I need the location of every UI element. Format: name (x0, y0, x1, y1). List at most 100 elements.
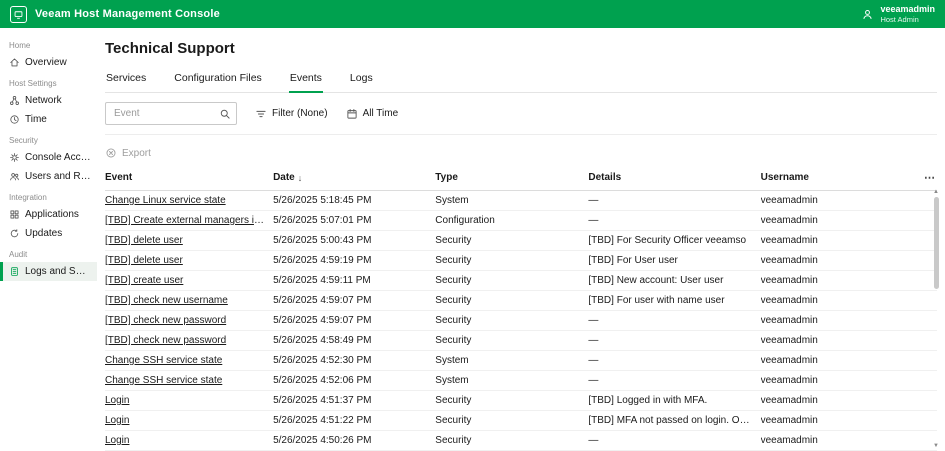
table-row[interactable]: Change SSH service state 5/26/2025 4:52:0… (105, 371, 937, 391)
column-header-date[interactable]: Date ↓ (273, 165, 435, 190)
sidebar-item-updates[interactable]: Updates (0, 224, 97, 243)
filter-icon (256, 110, 266, 117)
date-cell: 5/26/2025 5:07:01 PM (273, 215, 372, 226)
event-link[interactable]: Login (105, 435, 129, 446)
sidebar-item-network[interactable]: Network (0, 91, 97, 110)
event-link[interactable]: Login (105, 395, 129, 406)
table-body: Change Linux service state 5/26/2025 5:18… (105, 191, 937, 451)
details-cell: [TBD] For user with name user (588, 295, 725, 306)
event-cell: [TBD] Create external managers installat… (105, 215, 273, 226)
type-cell: Security (435, 335, 472, 346)
event-link[interactable]: [TBD] check new password (105, 315, 226, 326)
event-link[interactable]: [TBD] check new password (105, 335, 226, 346)
event-link[interactable]: Change Linux service state (105, 195, 226, 206)
type-cell: Security (435, 235, 472, 246)
tab-bar: Services Configuration Files Events Logs (105, 66, 937, 93)
column-header-details[interactable]: Details (588, 165, 760, 190)
updates-icon (10, 229, 19, 238)
table-row[interactable]: Login 5/26/2025 4:51:37 PM Security [TBD] L… (105, 391, 937, 411)
event-link[interactable]: [TBD] delete user (105, 255, 183, 266)
events-table: Event Date ↓ Type Details Username ⋯ Cha… (105, 165, 939, 451)
event-link[interactable]: Change SSH service state (105, 355, 222, 366)
scroll-up-icon[interactable]: ▲ (933, 188, 939, 196)
username-cell: veeamadmin (760, 355, 818, 366)
details-cell: — (588, 195, 599, 206)
type-cell: Configuration (435, 215, 495, 226)
sidebar-item-logs-and-services[interactable]: Logs and Services (0, 262, 97, 281)
type-cell: System (435, 355, 469, 366)
sidebar-section-home: Home (9, 41, 31, 50)
export-button[interactable]: Export (105, 147, 937, 159)
table-row[interactable]: [TBD] create user 5/26/2025 4:59:11 PM Sec… (105, 271, 937, 291)
date-cell: 5/26/2025 4:59:07 PM (273, 315, 372, 326)
users-icon (10, 173, 19, 181)
top-bar: Veeam Host Management Console veeamadmin… (0, 0, 945, 28)
column-header-event[interactable]: Event (105, 165, 273, 190)
sidebar-item-overview[interactable]: Overview (0, 53, 97, 72)
username-cell: veeamadmin (760, 375, 818, 386)
scrollbar-track[interactable] (931, 196, 941, 442)
scrollbar-thumb[interactable] (933, 197, 939, 289)
details-cell: [TBD] For User user (588, 255, 678, 266)
details-cell: — (588, 215, 599, 226)
table-row[interactable]: [TBD] delete user 5/26/2025 5:00:43 PM Sec… (105, 231, 937, 251)
date-cell: 5/26/2025 4:59:07 PM (273, 295, 372, 306)
table-row[interactable]: [TBD] check new username 5/26/2025 4:59:0… (105, 291, 937, 311)
column-header-type[interactable]: Type (435, 165, 588, 190)
user-menu[interactable]: veeamadmin Host Admin (861, 4, 935, 25)
type-cell: Security (435, 435, 472, 446)
event-link[interactable]: Change SSH service state (105, 375, 222, 386)
filter-button[interactable]: Filter (None) (255, 108, 328, 120)
event-search-input[interactable] (105, 102, 237, 125)
table-row[interactable]: [TBD] Create external managers installat… (105, 211, 937, 231)
date-cell: 5/26/2025 4:59:19 PM (273, 255, 372, 266)
type-cell: Security (435, 255, 472, 266)
details-cell: — (588, 355, 599, 366)
main-content: Technical Support Services Configuration… (97, 28, 945, 451)
sidebar-item-console-access[interactable]: Console Access (0, 148, 97, 167)
username-cell: veeamadmin (760, 235, 818, 246)
sidebar-item-users-and-roles[interactable]: Users and Roles (0, 167, 97, 186)
column-options-button[interactable]: ⋯ (919, 165, 937, 190)
event-link[interactable]: Login (105, 415, 129, 426)
table-row[interactable]: [TBD] check new password 5/26/2025 4:59:0… (105, 311, 937, 331)
tab-configuration-files[interactable]: Configuration Files (173, 66, 263, 93)
date-cell: 5/26/2025 4:52:06 PM (273, 375, 372, 386)
username-cell: veeamadmin (760, 415, 818, 426)
table-scrollbar[interactable]: ▲ ▼ (931, 188, 941, 450)
event-cell: Login (105, 415, 273, 426)
event-link[interactable]: [TBD] delete user (105, 235, 183, 246)
clock-icon (10, 115, 19, 124)
event-link[interactable]: [TBD] Create external managers installat… (105, 215, 273, 226)
event-cell: [TBD] check new username (105, 295, 273, 306)
event-link[interactable]: [TBD] create user (105, 275, 183, 286)
sidebar-item-time[interactable]: Time (0, 110, 97, 129)
sidebar-item-applications[interactable]: Applications (0, 205, 97, 224)
tab-logs[interactable]: Logs (349, 66, 374, 93)
table-row[interactable]: [TBD] delete user 5/26/2025 4:59:19 PM Sec… (105, 251, 937, 271)
sort-desc-icon: ↓ (297, 172, 303, 183)
event-cell: [TBD] delete user (105, 255, 273, 266)
table-row[interactable]: [TBD] check new password 5/26/2025 4:58:4… (105, 331, 937, 351)
table-row[interactable]: Change Linux service state 5/26/2025 5:18… (105, 191, 937, 211)
gear-icon (10, 153, 19, 162)
event-cell: Change SSH service state (105, 355, 273, 366)
network-icon (10, 96, 19, 105)
sidebar: Home Overview Host Settings Network Time… (0, 28, 97, 449)
table-row[interactable]: Login 5/26/2025 4:50:26 PM Security — veeama… (105, 431, 937, 451)
column-header-username[interactable]: Username (761, 165, 919, 190)
username-cell: veeamadmin (760, 295, 818, 306)
details-cell: [TBD] MFA not passed on login. OTP is re… (588, 415, 760, 426)
username-cell: veeamadmin (760, 275, 818, 286)
date-cell: 5/26/2025 4:51:22 PM (273, 415, 372, 426)
time-range-button[interactable]: All Time (346, 108, 398, 120)
tab-services[interactable]: Services (105, 66, 147, 93)
event-link[interactable]: [TBD] check new username (105, 295, 228, 306)
table-row[interactable]: Change SSH service state 5/26/2025 4:52:3… (105, 351, 937, 371)
app-title: Veeam Host Management Console (35, 8, 220, 20)
table-row[interactable]: Login 5/26/2025 4:51:22 PM Security [TBD] M… (105, 411, 937, 431)
username-cell: veeamadmin (760, 335, 818, 346)
search-icon (219, 108, 231, 120)
tab-events[interactable]: Events (288, 66, 323, 93)
date-cell: 5/26/2025 4:50:26 PM (273, 435, 372, 446)
